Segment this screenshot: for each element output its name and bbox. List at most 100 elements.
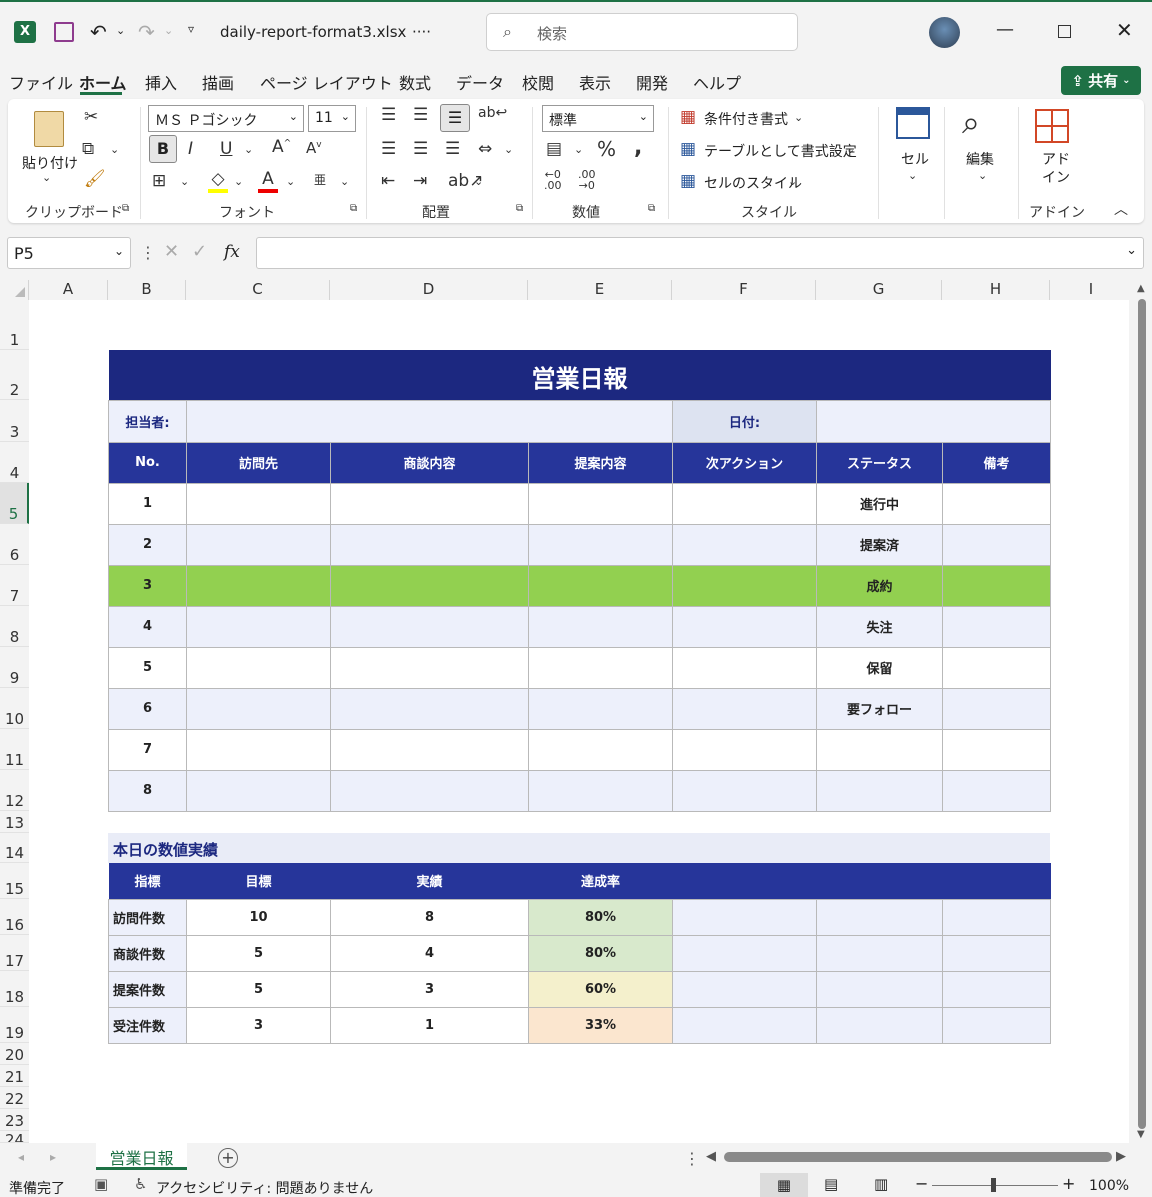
fill-color-icon[interactable]: ◇: [208, 169, 228, 193]
date-input-cell[interactable]: [815, 399, 1052, 443]
phonetic-icon[interactable]: 亜: [314, 171, 326, 188]
font-color-dropdown-icon[interactable]: ⌄: [286, 175, 295, 188]
row-header[interactable]: 24: [0, 1131, 29, 1143]
cell[interactable]: [941, 646, 1052, 689]
format-painter-icon[interactable]: 🖌: [84, 169, 106, 189]
cell[interactable]: [330, 728, 529, 771]
report-title[interactable]: 営業日報: [108, 350, 1051, 400]
italic-button[interactable]: I: [188, 139, 193, 159]
metrics-header-cell[interactable]: 目標: [186, 863, 331, 899]
cell[interactable]: [941, 769, 1052, 812]
accessibility-icon[interactable]: ♿: [134, 1175, 147, 1193]
cell[interactable]: [186, 482, 331, 525]
undo-icon[interactable]: ↶: [90, 20, 107, 44]
redo-icon[interactable]: ↷: [138, 20, 155, 44]
metric-target[interactable]: 3: [186, 1006, 331, 1044]
column-header-g[interactable]: G: [816, 280, 942, 300]
cell[interactable]: [528, 482, 673, 525]
cell[interactable]: [528, 769, 673, 812]
more-options-icon[interactable]: ⋮: [684, 1149, 700, 1168]
redo-dropdown-icon[interactable]: ⌄: [164, 24, 173, 37]
cell[interactable]: [186, 605, 331, 648]
column-header-f[interactable]: F: [672, 280, 816, 300]
avatar[interactable]: [929, 17, 960, 48]
row-header[interactable]: 19: [0, 1007, 29, 1043]
metrics-header-cell[interactable]: [942, 863, 1051, 899]
select-all-corner[interactable]: [0, 280, 29, 300]
cell[interactable]: [528, 728, 673, 771]
cell[interactable]: [942, 1006, 1051, 1044]
tab-insert[interactable]: 挿入: [145, 70, 177, 94]
status-cell[interactable]: 失注: [816, 605, 943, 648]
percent-icon[interactable]: %: [597, 137, 616, 161]
metrics-header-cell[interactable]: 実績: [330, 863, 529, 899]
cell[interactable]: [941, 482, 1052, 525]
zoom-in-icon[interactable]: +: [1062, 1174, 1075, 1193]
customize-qat-icon[interactable]: ▿: [188, 22, 194, 36]
tab-formulas[interactable]: 数式: [399, 70, 431, 94]
copy-icon[interactable]: ⧉: [82, 139, 94, 159]
status-cell[interactable]: 保留: [816, 646, 943, 689]
orientation-dropdown-icon[interactable]: ⌄: [474, 175, 483, 188]
tab-draw[interactable]: 描画: [202, 70, 234, 94]
metric-rate[interactable]: 80%: [528, 898, 673, 936]
dialog-launcher-icon[interactable]: ⧉: [350, 203, 357, 214]
date-label[interactable]: 日付:: [672, 399, 817, 443]
font-name-select[interactable]: ＭＳ Ｐゴシック ⌄: [148, 105, 304, 132]
dialog-launcher-icon[interactable]: ⧉: [122, 203, 129, 214]
scroll-down-icon[interactable]: ▼: [1137, 1129, 1145, 1140]
status-cell[interactable]: 要フォロー: [816, 687, 943, 730]
column-header-h[interactable]: H: [942, 280, 1050, 300]
tab-page-layout[interactable]: ページ レイアウト: [260, 70, 393, 94]
align-left-icon[interactable]: ☰: [381, 139, 396, 159]
cell[interactable]: [941, 523, 1052, 566]
cell[interactable]: [528, 687, 673, 730]
row-header[interactable]: 7: [0, 565, 29, 606]
metric-rate[interactable]: 33%: [528, 1006, 673, 1044]
increase-indent-icon[interactable]: ⇥: [413, 171, 427, 191]
cell[interactable]: [672, 898, 817, 936]
metric-name[interactable]: 訪問件数: [108, 898, 187, 936]
cell[interactable]: [528, 564, 673, 607]
no-cell[interactable]: 4: [108, 605, 187, 648]
cell[interactable]: [330, 523, 529, 566]
header-cell[interactable]: 次アクション: [672, 441, 817, 484]
no-cell[interactable]: 7: [108, 728, 187, 771]
increase-decimal-icon[interactable]: ←0.00: [544, 169, 562, 191]
tab-file[interactable]: ファイル: [9, 70, 73, 94]
phonetic-dropdown-icon[interactable]: ⌄: [340, 175, 349, 188]
cell[interactable]: [942, 934, 1051, 972]
save-icon[interactable]: [54, 22, 74, 42]
align-right-icon[interactable]: ☰: [445, 139, 460, 159]
metric-target[interactable]: 5: [186, 970, 331, 1008]
no-cell[interactable]: 5: [108, 646, 187, 689]
borders-dropdown-icon[interactable]: ⌄: [180, 175, 189, 188]
align-middle-icon[interactable]: ☰: [413, 105, 428, 125]
vertical-scrollbar[interactable]: ▲ ▼: [1135, 283, 1149, 1143]
cell[interactable]: [816, 934, 943, 972]
bold-button[interactable]: B: [149, 135, 177, 163]
column-header-d[interactable]: D: [330, 280, 528, 300]
no-cell[interactable]: 6: [108, 687, 187, 730]
cell[interactable]: [672, 1006, 817, 1044]
cell[interactable]: [672, 605, 817, 648]
metric-actual[interactable]: 8: [330, 898, 529, 936]
vertical-scroll-thumb[interactable]: [1138, 299, 1146, 1129]
align-center-icon[interactable]: ☰: [413, 139, 428, 159]
copy-dropdown-icon[interactable]: ⌄: [110, 143, 119, 156]
cell[interactable]: [528, 523, 673, 566]
scroll-left-icon[interactable]: ◀: [706, 1149, 716, 1164]
editing-button[interactable]: 編集: [966, 149, 994, 169]
tab-data[interactable]: データ: [456, 70, 504, 94]
scroll-right-icon[interactable]: ▶: [1116, 1149, 1126, 1164]
cell[interactable]: [816, 970, 943, 1008]
cell[interactable]: [330, 605, 529, 648]
cells-icon[interactable]: [896, 107, 930, 139]
align-top-icon[interactable]: ☰: [381, 105, 396, 125]
addins-icon[interactable]: [1035, 109, 1069, 143]
minimize-icon[interactable]: —: [996, 19, 1014, 40]
row-header[interactable]: 13: [0, 811, 29, 833]
font-color-icon[interactable]: A: [258, 169, 278, 193]
underline-dropdown-icon[interactable]: ⌄: [244, 143, 253, 156]
underline-button[interactable]: U: [220, 139, 232, 159]
